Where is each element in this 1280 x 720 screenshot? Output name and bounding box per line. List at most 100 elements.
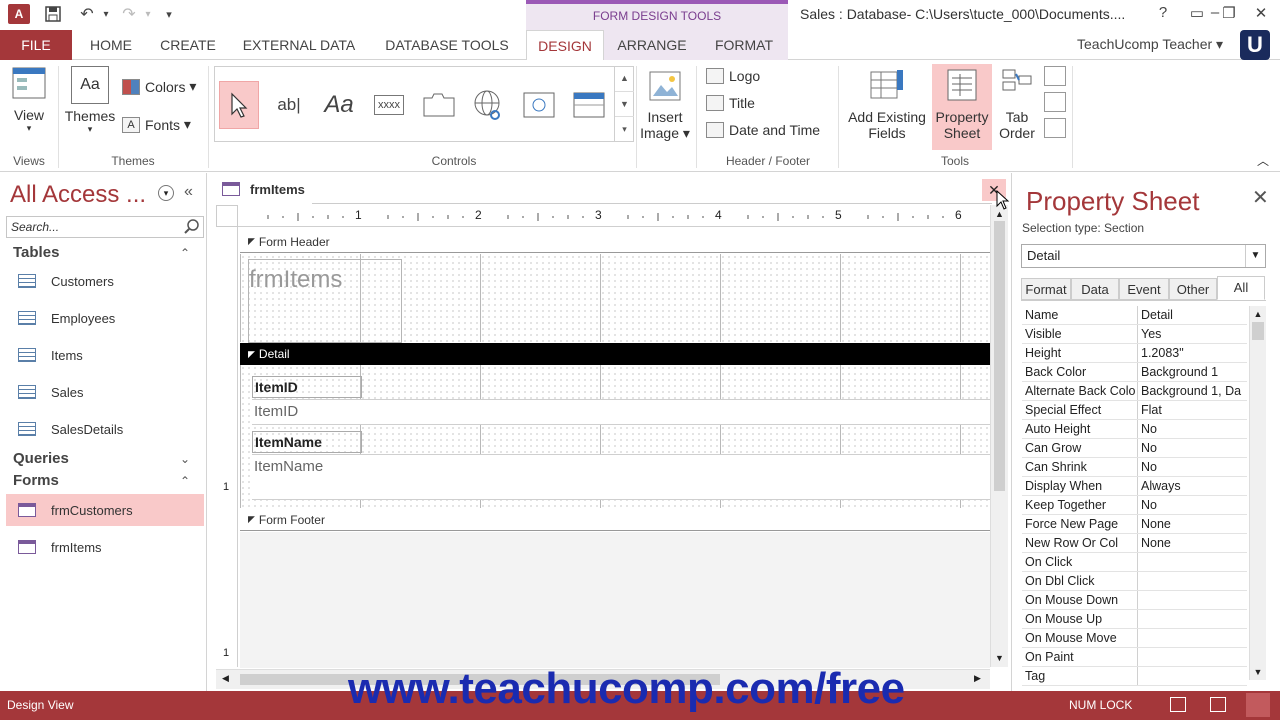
tab-file[interactable]: FILE [0,30,72,60]
tab-create[interactable]: CREATE [152,30,224,60]
nav-item-employees[interactable]: Employees [6,302,204,334]
restore-icon[interactable]: ❐ [1216,4,1242,22]
nav-menu-dropdown-icon[interactable]: ▾ [158,185,174,201]
hyperlink-control-icon[interactable] [469,81,509,129]
prop-row-on-mouse-up[interactable]: On Mouse Up [1022,610,1247,629]
tab-external-data[interactable]: EXTERNAL DATA [234,30,364,60]
search-icon[interactable] [184,218,200,237]
property-sheet-button[interactable]: Property Sheet [932,64,992,150]
tab-arrange[interactable]: ARRANGE [604,30,700,60]
document-vertical-scrollbar[interactable]: ▲ ▼ [990,205,1008,667]
property-sheet-scrollbar[interactable]: ▲ ▼ [1249,306,1266,680]
prop-row-back-color[interactable]: Back Color Background 1 [1022,363,1247,382]
prop-value[interactable]: Detail [1138,306,1247,324]
itemid-label-control[interactable]: ItemID [252,376,362,398]
scroll-right-icon[interactable]: ▶ [974,673,981,684]
prop-row-new-row-or-col[interactable]: New Row Or Col None [1022,534,1247,553]
itemname-label-control[interactable]: ItemName [252,431,362,453]
subform-icon[interactable] [1044,66,1066,86]
convert-macros-icon[interactable] [1044,118,1066,138]
colors-button[interactable]: Colors ▾ [122,78,196,95]
nav-category-queries[interactable]: Queries [13,450,69,467]
prop-value[interactable]: No [1138,496,1247,514]
save-icon[interactable] [42,3,64,25]
prop-value[interactable]: 1.2083" [1138,344,1247,362]
title-button[interactable]: Title [706,95,755,111]
prop-row-force-new-page[interactable]: Force New Page None [1022,515,1247,534]
user-name[interactable]: TeachUcomp Teacher ▾ [1077,36,1223,53]
prop-value[interactable]: Background 1, Da [1138,382,1247,400]
prop-row-alternate-back-color[interactable]: Alternate Back Colo Background 1, Da [1022,382,1247,401]
prop-row-tag[interactable]: Tag [1022,667,1247,686]
add-existing-fields-button[interactable]: Add Existing Fields [842,68,932,141]
nav-item-items[interactable]: Items [6,339,204,371]
redo-dropdown-icon[interactable]: ▾ [142,3,154,25]
gallery-scroll-down-icon[interactable]: ▼ [615,91,634,116]
insert-image-button[interactable]: Insert Image ▾ [640,70,690,142]
help-icon[interactable]: ? [1150,4,1176,21]
date-time-button[interactable]: Date and Time [706,122,820,138]
ps-tab-other[interactable]: Other [1169,278,1217,300]
close-property-sheet-icon[interactable]: ✕ [1252,185,1269,210]
prop-value[interactable] [1138,553,1247,571]
horizontal-ruler[interactable]: 1 2 3 4 5 6 [238,205,990,227]
prop-row-visible[interactable]: Visible Yes [1022,325,1247,344]
customize-qat-icon[interactable]: ▾ [162,3,176,25]
user-avatar[interactable]: U [1240,30,1270,60]
prop-row-display-when[interactable]: Display When Always [1022,477,1247,496]
tab-home[interactable]: HOME [80,30,142,60]
form-footer-section[interactable] [240,532,990,668]
tab-database-tools[interactable]: DATABASE TOOLS [374,30,520,60]
ps-tab-event[interactable]: Event [1119,278,1169,300]
controls-gallery-scroll[interactable]: ▲ ▼ ▾ [614,66,634,142]
undo-dropdown-icon[interactable]: ▾ [100,3,112,25]
label-control-icon[interactable]: Aa [319,81,359,129]
chevron-down-icon[interactable]: ▼ [1245,245,1265,267]
prop-value[interactable]: None [1138,515,1247,533]
prop-row-height[interactable]: Height 1.2083" [1022,344,1247,363]
button-control-icon[interactable]: xxxx [369,81,409,129]
fonts-button[interactable]: A Fonts ▾ [122,116,191,133]
design-view-icon[interactable] [1246,693,1270,717]
prop-value[interactable]: Flat [1138,401,1247,419]
prop-row-on-dbl-click[interactable]: On Dbl Click [1022,572,1247,591]
change-to-icon[interactable] [1044,92,1066,112]
textbox-control-icon[interactable]: ab| [269,81,309,129]
nav-item-salesdetails[interactable]: SalesDetails [6,413,204,445]
prop-value[interactable] [1138,648,1247,666]
collapse-forms-icon[interactable]: ⌃ [180,474,190,488]
prop-row-on-mouse-down[interactable]: On Mouse Down [1022,591,1247,610]
itemname-textbox[interactable]: ItemName [252,454,990,500]
expand-queries-icon[interactable]: ⌄ [180,452,190,466]
prop-row-on-mouse-move[interactable]: On Mouse Move [1022,629,1247,648]
prop-value[interactable]: No [1138,439,1247,457]
prop-row-keep-together[interactable]: Keep Together No [1022,496,1247,515]
gallery-scroll-up-icon[interactable]: ▲ [615,66,634,91]
prop-value[interactable]: No [1138,420,1247,438]
prop-value[interactable]: Background 1 [1138,363,1247,381]
nav-category-forms[interactable]: Forms [13,472,59,489]
tab-design[interactable]: DESIGN [526,30,604,61]
scroll-thumb[interactable] [1252,322,1264,340]
prop-value[interactable]: Yes [1138,325,1247,343]
prop-row-can-shrink[interactable]: Can Shrink No [1022,458,1247,477]
logo-button[interactable]: Logo [706,68,760,84]
web-browser-control-icon[interactable] [519,81,559,129]
prop-value[interactable]: No [1138,458,1247,476]
prop-row-name[interactable]: Name Detail [1022,306,1247,325]
view-button[interactable]: View ▾ [6,66,52,134]
prop-row-can-grow[interactable]: Can Grow No [1022,439,1247,458]
scroll-up-icon[interactable]: ▲ [1250,309,1266,319]
themes-button[interactable]: Aa Themes ▾ [62,66,118,135]
form-selector[interactable] [216,205,238,227]
close-window-icon[interactable]: ✕ [1248,4,1274,22]
prop-value[interactable] [1138,629,1247,647]
prop-value[interactable] [1138,572,1247,590]
nav-search-input[interactable]: Search... [6,216,204,238]
scroll-down-icon[interactable]: ▼ [1250,667,1266,677]
scroll-left-icon[interactable]: ◀ [222,673,229,684]
scroll-down-icon[interactable]: ▼ [991,653,1008,663]
collapse-ribbon-icon[interactable]: ︿ [1256,152,1270,169]
select-pointer-icon[interactable] [219,81,259,129]
nav-item-frmcustomers[interactable]: frmCustomers [6,494,204,526]
